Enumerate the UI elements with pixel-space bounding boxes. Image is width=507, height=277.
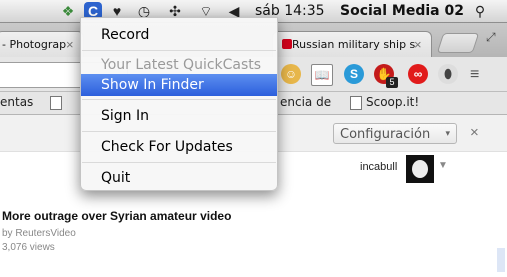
bookmark-scoopit[interactable]: Scoop.it! [366, 95, 419, 109]
menu-separator [82, 50, 276, 51]
tab-photograph-close-icon[interactable]: × [66, 37, 74, 52]
menubar-user[interactable]: Social Media 02 [340, 3, 464, 19]
menu-icon[interactable]: ≡ [470, 66, 479, 84]
video-title[interactable]: More outrage over Syrian amateur video [2, 209, 231, 223]
lastfm-extension-icon[interactable]: ∞ [408, 64, 428, 84]
tab-russian-ship-close-icon[interactable]: × [414, 37, 422, 52]
book-extension-icon[interactable]: 📖 [311, 64, 333, 86]
video-views: 3,076 views [2, 242, 55, 253]
chevron-down-icon: ▾ [445, 129, 450, 139]
scoopit-page-icon [350, 96, 362, 110]
scrollbar-track[interactable] [497, 248, 505, 272]
emoji-extension-icon[interactable]: ☺ [281, 64, 301, 84]
bookmark-entas[interactable]: entas [0, 95, 33, 109]
configuration-label: Configuración [340, 127, 431, 142]
page-icon [50, 96, 62, 110]
menu-separator [82, 162, 276, 163]
menu-item-check-updates[interactable]: Check For Updates [81, 136, 277, 158]
new-tab-button[interactable] [436, 33, 480, 53]
spotlight-search-icon[interactable]: ⚲ [472, 3, 488, 19]
fullscreen-icon[interactable]: ⤢ [486, 30, 496, 45]
close-icon[interactable]: × [470, 124, 479, 141]
bookmark-encia[interactable]: encia de [280, 95, 331, 109]
menu-item-show-in-finder[interactable]: Show In Finder [81, 74, 277, 96]
evernote-extension-icon[interactable]: ⬮ [438, 64, 458, 84]
tab-photograph-label: - Photograp [2, 38, 67, 51]
menu-item-latest-quickcasts: Your Latest QuickCasts [101, 57, 262, 73]
quickcast-menu: Record Your Latest QuickCasts Show In Fi… [80, 17, 278, 191]
username[interactable]: incabull [360, 161, 397, 173]
menu-item-quit[interactable]: Quit [81, 167, 277, 189]
youtube-favicon-icon [282, 39, 292, 49]
menu-item-sign-in[interactable]: Sign In [81, 105, 277, 127]
extension-badge: 5 [386, 77, 398, 88]
s-extension-icon[interactable]: S [344, 64, 364, 84]
dropbox-icon[interactable]: ❖ [60, 3, 76, 19]
account-chevron-icon[interactable]: ▼ [438, 160, 448, 171]
menu-separator [82, 131, 276, 132]
tab-russian-ship-label: Russian military ship s [292, 38, 416, 51]
menu-item-record[interactable]: Record [81, 24, 277, 46]
avatar[interactable] [406, 155, 434, 183]
configuration-dropdown[interactable]: Configuración ▾ [333, 123, 457, 144]
video-channel[interactable]: by ReutersVideo [2, 228, 76, 239]
menu-separator [82, 99, 276, 100]
avatar-face [412, 160, 428, 178]
